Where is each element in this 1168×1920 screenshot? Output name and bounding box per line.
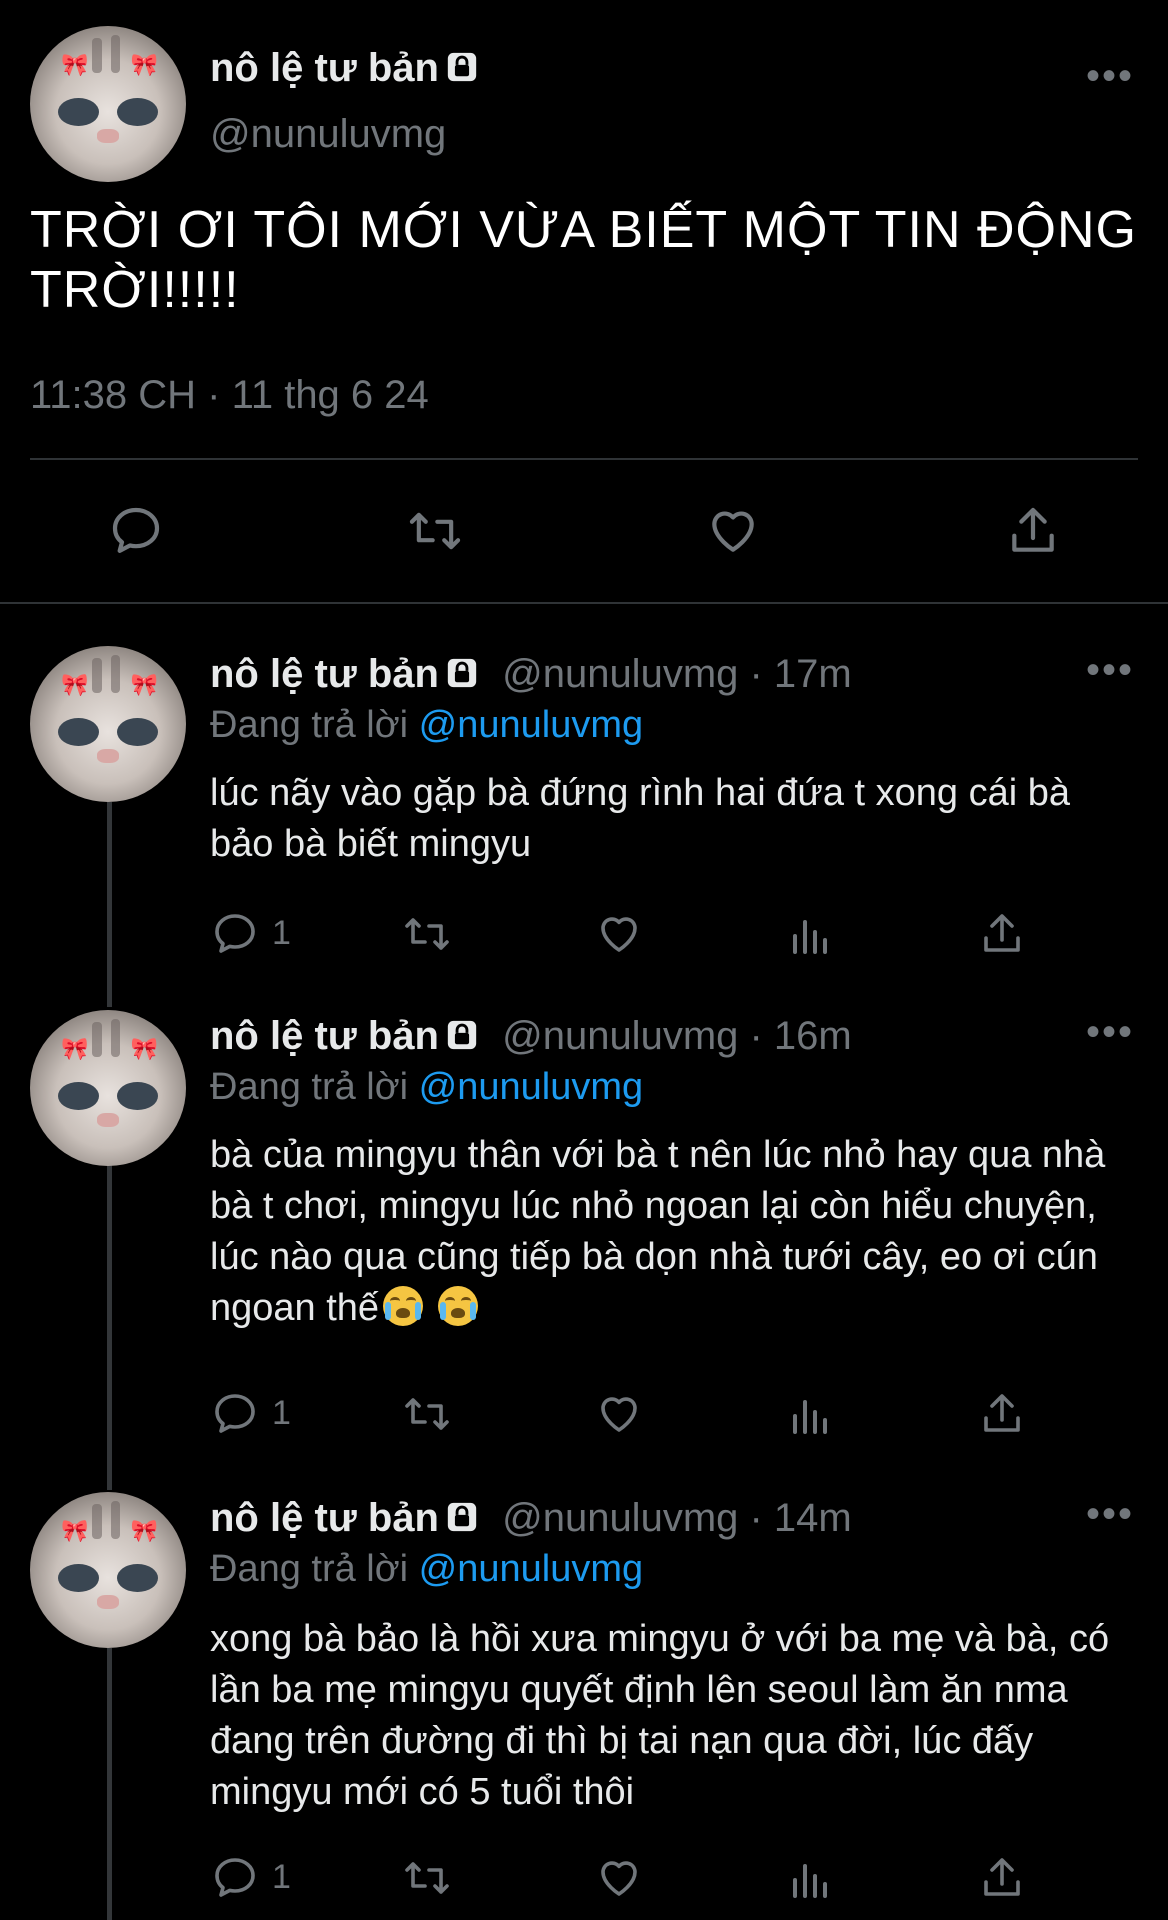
lock-icon xyxy=(445,1017,479,1051)
lock-icon xyxy=(445,655,479,689)
handle-time: @nunuluvmg · 16m xyxy=(502,1014,852,1058)
thread-line xyxy=(107,1165,112,1490)
thread-line xyxy=(107,1648,112,1920)
reply-header[interactable]: nô lệ tư bản @nunuluvmg · 17m xyxy=(210,652,852,697)
more-icon[interactable]: ••• xyxy=(1086,1494,1134,1534)
reply-header[interactable]: nô lệ tư bản @nunuluvmg · 14m xyxy=(210,1496,852,1541)
reply-text: xong bà bảo là hồi xưa mingyu ở với ba m… xyxy=(210,1618,1110,1813)
handle-time: @nunuluvmg · 17m xyxy=(502,652,852,696)
share-icon[interactable] xyxy=(978,910,1026,958)
reply-text: lúc nãy vào gặp bà đứng rình hai đứa t x… xyxy=(210,772,1071,865)
heart-icon[interactable] xyxy=(595,1390,643,1438)
thread-line xyxy=(107,802,112,1007)
display-name[interactable]: nô lệ tư bản xyxy=(210,1014,439,1058)
share-icon[interactable] xyxy=(1005,503,1061,559)
reply-icon[interactable] xyxy=(211,1390,259,1438)
replying-to: Đang trả lời @nunuluvmg xyxy=(210,1066,644,1108)
lock-icon xyxy=(445,1499,479,1533)
retweet-icon[interactable] xyxy=(400,1390,454,1438)
heart-icon[interactable] xyxy=(595,1854,643,1902)
reply-header[interactable]: nô lệ tư bản @nunuluvmg · 16m xyxy=(210,1014,852,1059)
replying-to: Đang trả lời @nunuluvmg xyxy=(210,704,644,746)
handle[interactable]: @nunuluvmg xyxy=(210,112,446,157)
display-name[interactable]: nô lệ tư bản xyxy=(210,652,439,696)
views-icon[interactable] xyxy=(787,1390,835,1438)
more-icon[interactable]: ••• xyxy=(1086,1012,1134,1052)
avatar[interactable]: 🎀 🎀 xyxy=(30,1492,186,1648)
crying-face-emoji xyxy=(437,1286,478,1326)
divider xyxy=(30,458,1138,460)
bow-icon: 🎀 xyxy=(61,52,89,78)
reply-text: bà của mingyu thân với bà t nên lúc nhỏ … xyxy=(210,1134,1106,1329)
avatar[interactable]: 🎀 🎀 xyxy=(30,646,186,802)
display-name[interactable]: nô lệ tư bản xyxy=(210,1496,439,1540)
mention-link[interactable]: @nunuluvmg xyxy=(419,704,643,746)
display-name[interactable]: nô lệ tư bản xyxy=(210,46,479,91)
tweet-text: TRỜI ƠI TÔI MỚI VỪA BIẾT MỘT TIN ĐỘNG TR… xyxy=(30,201,1137,319)
mention-link[interactable]: @nunuluvmg xyxy=(419,1066,643,1108)
retweet-icon[interactable] xyxy=(400,1854,454,1902)
retweet-icon[interactable] xyxy=(405,503,465,559)
views-icon[interactable] xyxy=(787,1854,835,1902)
more-icon[interactable]: ••• xyxy=(1086,56,1134,96)
reply-count: 1 xyxy=(272,914,291,952)
divider xyxy=(0,602,1168,604)
retweet-icon[interactable] xyxy=(400,910,454,958)
reply-icon[interactable] xyxy=(211,910,259,958)
reply-icon[interactable] xyxy=(108,503,164,559)
mention-link[interactable]: @nunuluvmg xyxy=(419,1548,643,1590)
bow-icon: 🎀 xyxy=(130,52,158,78)
lock-icon xyxy=(445,49,479,83)
avatar[interactable]: 🎀 🎀 xyxy=(30,1010,186,1166)
share-icon[interactable] xyxy=(978,1390,1026,1438)
heart-icon[interactable] xyxy=(595,910,643,958)
avatar[interactable]: 🎀 🎀 xyxy=(30,26,186,182)
heart-icon[interactable] xyxy=(705,503,761,559)
timestamp[interactable]: 11:38 CH · 11 thg 6 24 xyxy=(30,373,429,418)
views-icon[interactable] xyxy=(787,910,835,958)
handle-time: @nunuluvmg · 14m xyxy=(502,1496,852,1540)
share-icon[interactable] xyxy=(978,1854,1026,1902)
replying-to: Đang trả lời @nunuluvmg xyxy=(210,1548,644,1590)
more-icon[interactable]: ••• xyxy=(1086,650,1134,690)
reply-count: 1 xyxy=(272,1858,291,1896)
reply-icon[interactable] xyxy=(211,1854,259,1902)
crying-face-emoji xyxy=(383,1286,424,1326)
reply-count: 1 xyxy=(272,1394,291,1432)
